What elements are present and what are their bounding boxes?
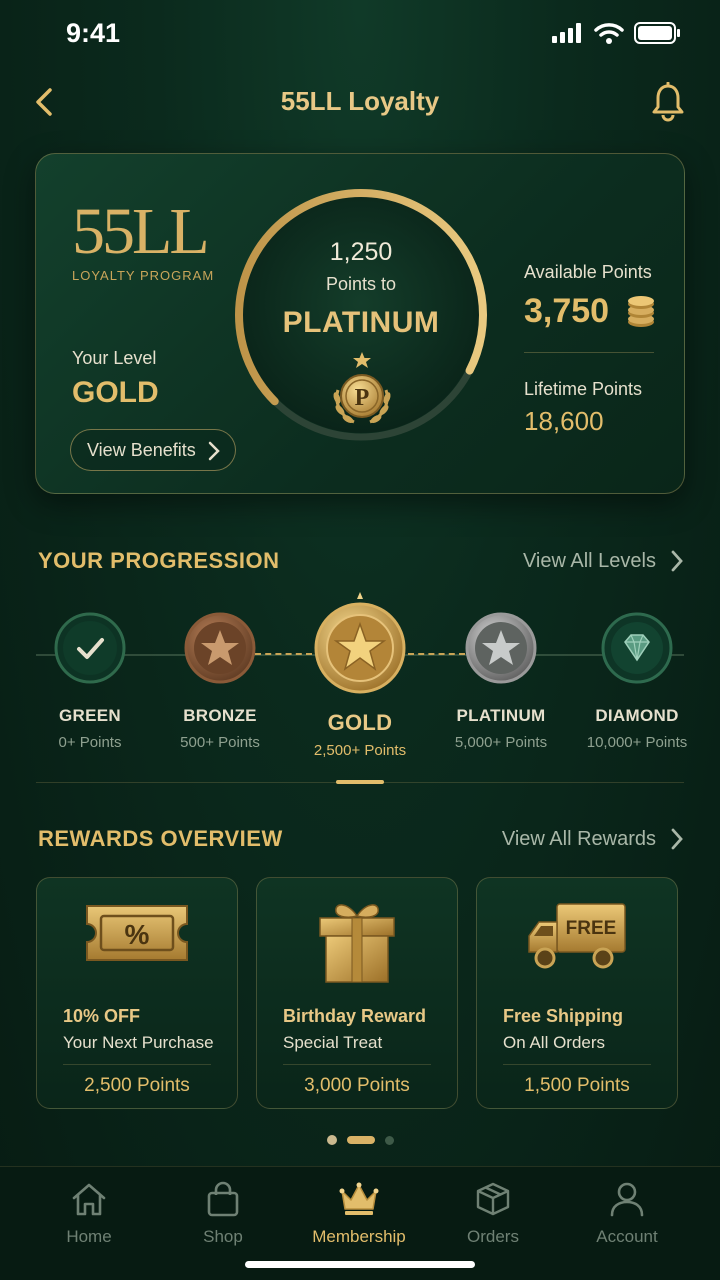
- rewards-title: REWARDS OVERVIEW: [38, 826, 283, 851]
- wifi-icon: [594, 23, 624, 44]
- tab-label: Home: [66, 1227, 112, 1246]
- tab-shop[interactable]: Shop: [158, 1181, 288, 1247]
- home-icon: [72, 1183, 106, 1216]
- view-all-levels-link[interactable]: View All Levels: [523, 549, 684, 573]
- reward-divider: [63, 1064, 211, 1065]
- tier-bronze[interactable]: BRONZE 500+ Points: [152, 612, 288, 751]
- tab-orders[interactable]: Orders: [428, 1181, 558, 1247]
- tab-account[interactable]: Account: [562, 1181, 692, 1247]
- gift-icon: [319, 904, 395, 983]
- chevron-right-icon: [208, 441, 220, 461]
- status-bar: 9:41: [0, 0, 720, 70]
- tab-membership[interactable]: Membership: [294, 1181, 424, 1247]
- coins-icon: [628, 296, 654, 327]
- reward-title: 10% OFF: [63, 1006, 141, 1026]
- loyalty-card: 55LL LOYALTY PROGRAM Your Level GOLD Vie…: [35, 153, 685, 494]
- bell-icon[interactable]: [650, 82, 686, 122]
- tier-gold[interactable]: GOLD 2,500+ Points: [292, 592, 428, 759]
- battery-icon: [634, 22, 680, 44]
- chevron-right-icon: [671, 550, 683, 572]
- tier-name: GOLD: [327, 710, 393, 735]
- signal-icon: [552, 23, 581, 43]
- reward-points: 1,500 Points: [524, 1075, 630, 1096]
- tab-label: Account: [596, 1227, 658, 1246]
- svg-text:FREE: FREE: [566, 918, 617, 939]
- tier-platinum[interactable]: PLATINUM 5,000+ Points: [433, 612, 569, 751]
- view-all-rewards-label: View All Rewards: [501, 827, 656, 850]
- level-value: GOLD: [72, 376, 159, 409]
- bronze-star-medal-icon: [184, 612, 256, 684]
- available-points-label: Available Points: [524, 262, 652, 282]
- reward-subtitle: Your Next Purchase: [63, 1033, 214, 1052]
- carousel-pagination: [0, 1135, 720, 1145]
- tier-name: BRONZE: [183, 706, 257, 725]
- tab-label: Membership: [312, 1227, 406, 1246]
- reward-points: 2,500 Points: [84, 1075, 190, 1096]
- page-dot[interactable]: [384, 1135, 394, 1145]
- svg-text:%: %: [125, 919, 150, 950]
- reward-subtitle: Special Treat: [283, 1033, 383, 1052]
- page-dot[interactable]: [326, 1135, 337, 1145]
- tab-home[interactable]: Home: [24, 1181, 154, 1247]
- tier-name: DIAMOND: [595, 706, 679, 725]
- reward-card[interactable]: Birthday Reward Special Treat 3,000 Poin…: [256, 877, 458, 1109]
- chevron-right-icon: [671, 828, 683, 850]
- brand-logo: 55LL: [72, 195, 210, 268]
- tier-points: 500+ Points: [180, 734, 260, 751]
- box-icon: [476, 1182, 510, 1216]
- crown-icon: [339, 1182, 379, 1215]
- view-all-levels-label: View All Levels: [522, 549, 656, 572]
- tab-label: Orders: [467, 1227, 519, 1246]
- diamond-medal-icon: [601, 612, 673, 684]
- platinum-badge-icon: P: [333, 352, 391, 424]
- tier-points: 2,500+ Points: [313, 742, 407, 759]
- person-icon: [610, 1182, 644, 1217]
- svg-text:P: P: [355, 385, 370, 411]
- lifetime-points-value: 18,600: [524, 406, 604, 436]
- points-to-label: Points to: [325, 274, 397, 294]
- reward-divider: [503, 1064, 651, 1065]
- selected-tier-indicator: [336, 780, 384, 784]
- reward-title: Birthday Reward: [283, 1006, 427, 1026]
- page-dot-active[interactable]: [346, 1136, 375, 1144]
- available-points-value: 3,750: [524, 292, 610, 330]
- home-indicator[interactable]: [245, 1261, 475, 1268]
- tier-points: 5,000+ Points: [454, 734, 548, 751]
- gold-star-medal-icon: [314, 592, 406, 694]
- tier-green[interactable]: GREEN 0+ Points: [22, 612, 158, 751]
- reward-subtitle: On All Orders: [503, 1033, 606, 1052]
- stats-divider: [524, 352, 654, 353]
- tab-label: Shop: [203, 1227, 243, 1246]
- tier-points: 10,000+ Points: [586, 734, 688, 751]
- progression-title: YOUR PROGRESSION: [38, 548, 280, 573]
- reward-card[interactable]: % 10% OFF Your Next Purchase 2,500 Point…: [36, 877, 238, 1109]
- lifetime-points-label: Lifetime Points: [524, 379, 643, 399]
- next-tier-name: PLATINUM: [282, 306, 440, 339]
- checkmark-medal-icon: [54, 612, 126, 684]
- reward-points: 3,000 Points: [304, 1075, 410, 1096]
- reward-title: Free Shipping: [503, 1006, 624, 1026]
- tier-diamond[interactable]: DIAMOND 10,000+ Points: [569, 612, 705, 751]
- app-header: 55LL Loyalty: [0, 78, 720, 128]
- reward-card[interactable]: FREE Free Shipping On All Orders 1,500 P…: [476, 877, 678, 1109]
- ring-content: 1,250 Points to PLATINUM P: [232, 186, 490, 444]
- bag-icon: [207, 1181, 239, 1217]
- tier-name: PLATINUM: [456, 706, 546, 725]
- logo-subtitle: LOYALTY PROGRAM: [72, 268, 215, 283]
- view-benefits-label: View Benefits: [87, 439, 196, 460]
- status-time: 9:41: [66, 18, 121, 48]
- tier-points: 0+ Points: [58, 734, 122, 751]
- platinum-star-medal-icon: [465, 612, 537, 684]
- page-title: 55LL Loyalty: [280, 86, 440, 116]
- points-to-next: 1,250: [329, 238, 393, 266]
- view-benefits-button[interactable]: View Benefits: [70, 429, 236, 471]
- reward-divider: [283, 1064, 431, 1065]
- ticket-icon: %: [86, 905, 188, 961]
- level-label: Your Level: [72, 348, 157, 368]
- tier-name: GREEN: [59, 706, 121, 725]
- status-icons: [552, 22, 680, 44]
- view-all-rewards-link[interactable]: View All Rewards: [502, 827, 684, 851]
- truck-icon: FREE: [528, 903, 626, 969]
